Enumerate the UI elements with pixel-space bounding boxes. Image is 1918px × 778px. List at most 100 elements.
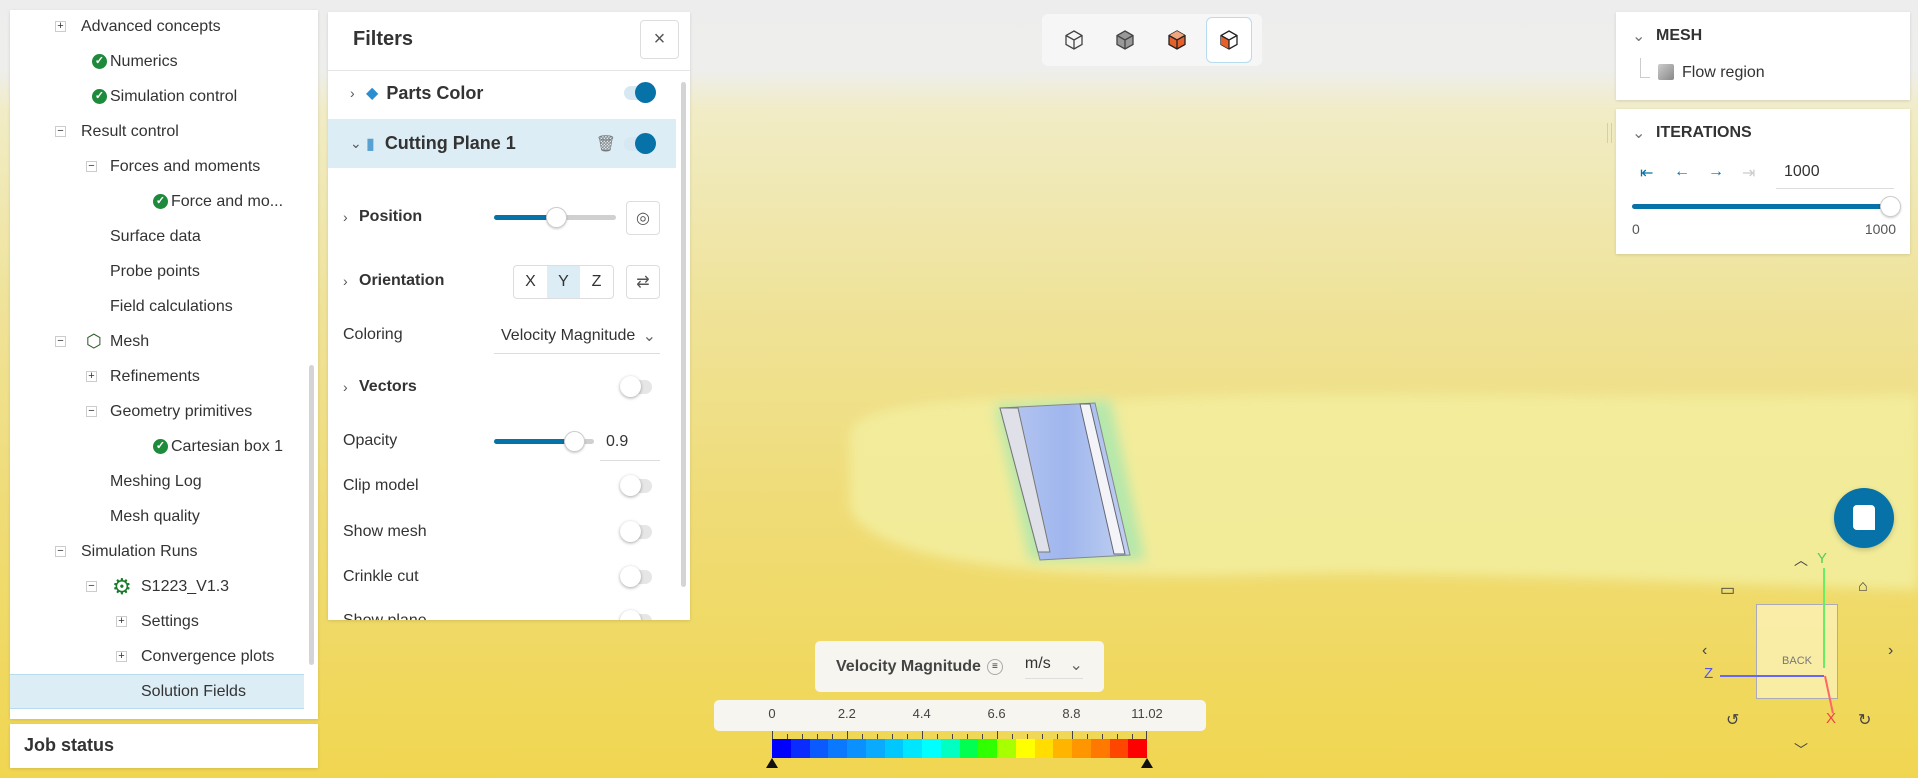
tree-item[interactable]: Probe points: [10, 254, 304, 289]
tree-item[interactable]: + Settings: [10, 604, 304, 639]
collapse-icon[interactable]: −: [86, 406, 97, 417]
gear-icon: ⚙: [112, 573, 132, 599]
rotate-right-icon[interactable]: ›: [1888, 642, 1893, 660]
rotate-left-icon[interactable]: ‹: [1702, 642, 1707, 660]
axis-x-button[interactable]: X: [514, 266, 547, 298]
surface-edges-view-button[interactable]: [1206, 17, 1253, 63]
vectors-toggle[interactable]: [620, 376, 652, 397]
tree-scrollbar[interactable]: [309, 365, 314, 665]
axis-y-button[interactable]: Y: [547, 266, 580, 298]
vectors-row[interactable]: › Vectors: [328, 362, 676, 412]
tree-item[interactable]: + Refinements: [10, 359, 304, 394]
trash-icon[interactable]: 🗑: [596, 134, 616, 154]
colorbar-tick: [967, 734, 968, 739]
first-iteration-icon[interactable]: ⇤: [1640, 163, 1653, 183]
legend-options-icon[interactable]: ≡: [986, 658, 1003, 675]
clip-model-toggle[interactable]: [620, 475, 652, 496]
unit-select[interactable]: m/s ⌄: [1024, 655, 1083, 679]
solid-view-button[interactable]: [1103, 18, 1147, 62]
roll-ccw-icon[interactable]: ↺: [1726, 710, 1739, 730]
iterations-collapse-chevron[interactable]: ⌄: [1632, 123, 1645, 143]
colorbar-segment: [1128, 739, 1147, 758]
surface-view-button[interactable]: [1155, 18, 1199, 62]
tree-item[interactable]: Field calculations: [10, 289, 304, 324]
wireframe-view-button[interactable]: [1052, 18, 1096, 62]
iteration-input[interactable]: 1000: [1776, 157, 1894, 189]
collapse-icon[interactable]: −: [86, 161, 97, 172]
tree-item[interactable]: − Result control: [10, 114, 304, 149]
axis-x-label: X: [1826, 710, 1837, 727]
panel-resize-handle[interactable]: [1607, 123, 1612, 143]
collapse-icon[interactable]: −: [86, 581, 97, 592]
mesh-item-flow-region[interactable]: Flow region: [1682, 64, 1765, 82]
close-filters-button[interactable]: ×: [640, 20, 679, 59]
rotate-down-icon[interactable]: ﹀: [1794, 740, 1808, 760]
tree-item[interactable]: ✓ Simulation control: [10, 79, 304, 114]
crinkle-cut-toggle[interactable]: [620, 566, 652, 587]
tree-item[interactable]: − ⚙ S1223_V1.3: [10, 569, 304, 604]
filter-cutting-plane[interactable]: ⌄ ▮ Cutting Plane 1 🗑: [328, 119, 676, 168]
parts-color-toggle[interactable]: [624, 82, 656, 103]
iteration-max-label: 1000: [1864, 221, 1896, 237]
cutting-plane-toggle[interactable]: [624, 132, 656, 154]
roll-cw-icon[interactable]: ↻: [1858, 710, 1871, 730]
home-icon[interactable]: ⌂: [1858, 578, 1868, 596]
expand-icon[interactable]: +: [86, 371, 97, 382]
parts-color-label: Parts Color: [386, 82, 484, 103]
tree-item[interactable]: Meshing Log: [10, 464, 304, 499]
tree-item-label: Forces and moments: [110, 157, 261, 175]
expand-icon[interactable]: +: [55, 21, 66, 32]
opacity-input[interactable]: 0.9: [600, 427, 660, 461]
view-cube-back-face[interactable]: BACK: [1757, 655, 1837, 667]
iteration-slider[interactable]: [1632, 196, 1901, 217]
show-mesh-toggle[interactable]: [620, 521, 652, 542]
tree-item[interactable]: − Geometry primitives: [10, 394, 304, 429]
collapse-icon[interactable]: −: [55, 546, 66, 557]
tree-item[interactable]: − Simulation Runs: [10, 534, 304, 569]
tree-item[interactable]: − ⬡ Mesh: [10, 324, 304, 359]
previous-iteration-icon[interactable]: ←: [1674, 163, 1690, 181]
colorbar-tick: [787, 734, 788, 739]
position-slider[interactable]: [494, 207, 616, 228]
view-mode-toolbar: [1042, 14, 1262, 66]
tree-item[interactable]: Mesh quality: [10, 499, 304, 534]
min-range-handle[interactable]: [766, 758, 778, 768]
chat-button[interactable]: [1834, 488, 1894, 548]
show-mesh-label: Show mesh: [343, 523, 427, 540]
collapse-icon[interactable]: −: [55, 126, 66, 137]
mesh-collapse-chevron[interactable]: ⌄: [1632, 26, 1645, 46]
colorbar-segment: [809, 739, 829, 758]
clip-model-label: Clip model: [343, 477, 419, 494]
tree-item[interactable]: + Advanced concepts: [10, 10, 304, 44]
flip-orientation-button[interactable]: ⇄: [626, 265, 660, 299]
rotate-up-icon[interactable]: ︿: [1794, 550, 1808, 570]
tree-item[interactable]: ✓ Force and mo...: [10, 184, 304, 219]
position-center-button[interactable]: ◎: [626, 201, 660, 235]
mesh-icon: ⬡: [86, 331, 102, 351]
iterations-title: ITERATIONS: [1656, 124, 1752, 141]
tree-item[interactable]: ✓ Cartesian box 1: [10, 429, 304, 464]
collapse-icon[interactable]: −: [55, 336, 66, 347]
colorbar-tick: [832, 734, 833, 739]
axis-z-button[interactable]: Z: [580, 266, 613, 298]
tree-item[interactable]: Solution Fields: [10, 674, 304, 709]
job-status-panel[interactable]: Job status: [10, 724, 318, 768]
next-iteration-icon[interactable]: →: [1708, 163, 1724, 181]
tree-item[interactable]: − Forces and moments: [10, 149, 304, 184]
show-plane-toggle[interactable]: [620, 610, 652, 620]
colorbar-tick: [1117, 734, 1118, 739]
opacity-slider[interactable]: [494, 431, 594, 452]
tree-item[interactable]: Surface data: [10, 219, 304, 254]
coloring-select[interactable]: Velocity Magnitude ⌄: [494, 318, 660, 354]
filter-parts-color[interactable]: › ◆ Parts Color: [328, 74, 676, 112]
filters-scrollbar[interactable]: [681, 82, 686, 587]
tree-item[interactable]: ✓ Numerics: [10, 44, 304, 79]
camera-icon[interactable]: ▭: [1720, 580, 1735, 600]
expand-icon[interactable]: +: [116, 616, 127, 627]
filters-title: Filters: [353, 28, 414, 50]
coloring-value: Velocity Magnitude: [501, 326, 636, 344]
max-range-handle[interactable]: [1141, 758, 1153, 768]
tree-item[interactable]: + Convergence plots: [10, 639, 304, 674]
colorbar-segment: [1072, 739, 1091, 758]
expand-icon[interactable]: +: [116, 651, 127, 662]
